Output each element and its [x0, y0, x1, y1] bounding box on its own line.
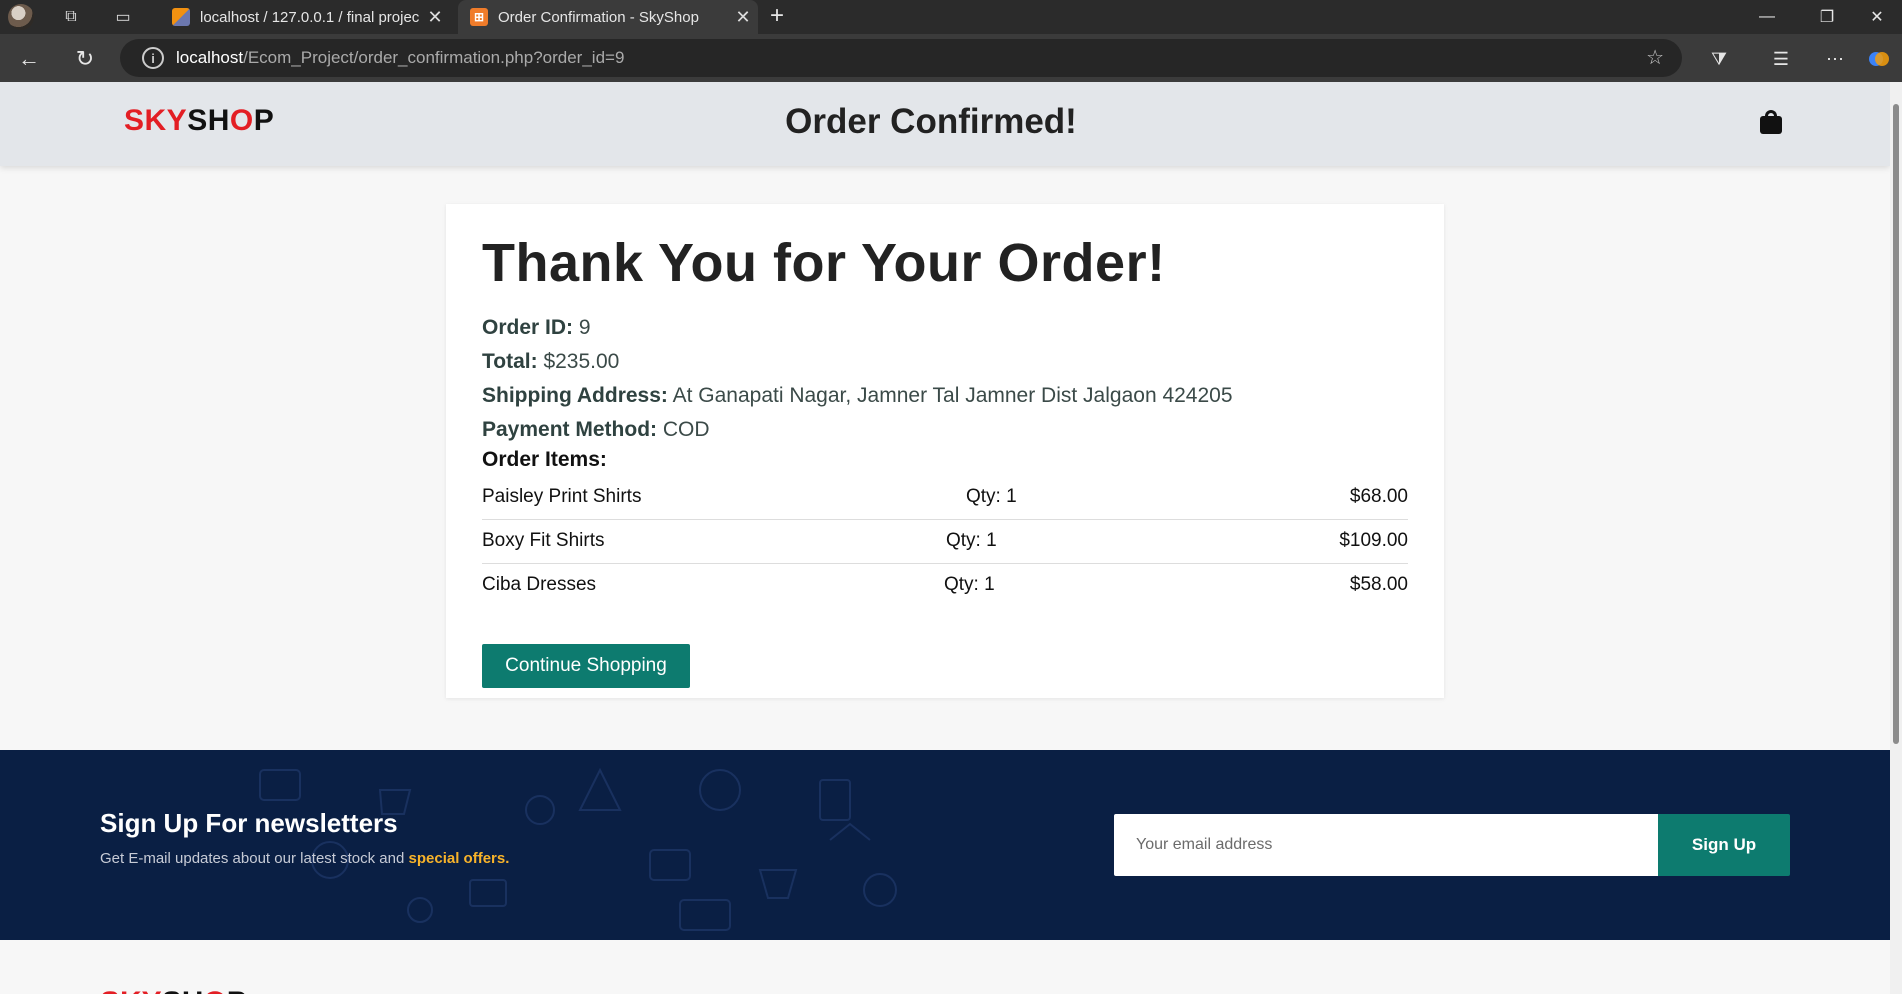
vertical-tabs-icon[interactable]: ▭ — [110, 4, 136, 30]
copilot-icon[interactable] — [1868, 44, 1890, 74]
order-items-heading: Order Items: — [482, 448, 607, 471]
page-title: Order Confirmed! — [785, 102, 1077, 141]
payment-method-label: Payment Method: — [482, 418, 658, 441]
scrollbar-thumb[interactable] — [1893, 104, 1899, 744]
close-tab-icon[interactable]: ✕ — [420, 7, 450, 28]
workspaces-icon[interactable]: ⧉ — [58, 4, 84, 30]
close-window-icon[interactable]: ✕ — [1850, 0, 1902, 34]
reload-icon[interactable]: ↻ — [70, 44, 100, 74]
tab-title: Order Confirmation - SkyShop — [498, 8, 699, 26]
favorite-star-icon[interactable]: ☆ — [1646, 45, 1664, 70]
item-name: Boxy Fit Shirts — [482, 530, 605, 551]
address-bar[interactable]: i localhost/Ecom_Project/order_confirmat… — [120, 39, 1682, 77]
shipping-address-value: At Ganapati Nagar, Jamner Tal Jamner Dis… — [672, 384, 1233, 407]
more-options-icon[interactable]: ⋯ — [1820, 44, 1850, 74]
order-item-row: Ciba Dresses Qty: 1 $58.00 — [482, 564, 1408, 608]
shopping-bag-icon[interactable] — [1760, 110, 1782, 134]
page-scrollbar[interactable] — [1890, 82, 1902, 994]
newsletter-title: Sign Up For newsletters — [100, 808, 398, 838]
newsletter-section: Sign Up For newsletters Get E-mail updat… — [0, 750, 1890, 940]
item-name: Paisley Print Shirts — [482, 486, 642, 507]
restore-icon[interactable]: ❐ — [1800, 0, 1854, 34]
back-icon[interactable]: ← — [14, 44, 44, 74]
continue-shopping-button[interactable]: Continue Shopping — [482, 644, 690, 688]
newsletter-email-input[interactable] — [1114, 814, 1658, 876]
tab-order-confirmation[interactable]: ⊞ Order Confirmation - SkyShop ✕ — [458, 0, 758, 34]
payment-method-line: Payment Method: COD — [482, 418, 710, 442]
browser-toolbar: ← ↻ i localhost/Ecom_Project/order_confi… — [0, 34, 1902, 82]
page-viewport: SKYSHOP Order Confirmed! Thank You for Y… — [0, 82, 1890, 994]
site-info-icon[interactable]: i — [142, 47, 164, 69]
profile-avatar[interactable] — [8, 4, 34, 30]
skyshop-favicon-icon: ⊞ — [470, 8, 488, 26]
order-item-row: Paisley Print Shirts Qty: 1 $68.00 — [482, 476, 1408, 520]
thank-you-heading: Thank You for Your Order! — [482, 233, 1166, 293]
new-tab-icon[interactable]: + — [770, 2, 784, 30]
item-qty: Qty: 1 — [946, 530, 997, 551]
item-price: $58.00 — [1349, 574, 1408, 595]
order-id-label: Order ID: — [482, 316, 574, 339]
item-name: Ciba Dresses — [482, 574, 597, 595]
footer-logo[interactable]: SKYSHOP — [100, 986, 247, 994]
item-price: $109.00 — [1339, 530, 1408, 551]
tab-phpmyadmin[interactable]: localhost / 127.0.0.1 / final projec ✕ — [160, 0, 450, 34]
newsletter-signup-button[interactable]: Sign Up — [1658, 814, 1790, 876]
tab-title: localhost / 127.0.0.1 / final projec — [200, 8, 420, 26]
extensions-icon[interactable]: ⧩ — [1704, 44, 1734, 74]
minimize-icon[interactable]: — — [1740, 0, 1794, 34]
newsletter-subtitle: Get E-mail updates about our latest stoc… — [100, 850, 510, 867]
order-id-line: Order ID: 9 — [482, 316, 591, 340]
item-qty: Qty: 1 — [944, 574, 995, 595]
payment-method-value: COD — [662, 418, 710, 441]
shipping-address-line: Shipping Address: At Ganapati Nagar, Jam… — [482, 384, 1233, 408]
site-header: SKYSHOP Order Confirmed! — [0, 82, 1890, 166]
favorites-icon[interactable]: ☰ — [1766, 44, 1796, 74]
shipping-address-label: Shipping Address: — [482, 384, 668, 407]
phpmyadmin-favicon-icon — [172, 8, 190, 26]
order-id-value: 9 — [578, 316, 591, 339]
close-tab-icon[interactable]: ✕ — [728, 7, 758, 28]
order-total-label: Total: — [482, 350, 538, 373]
order-item-row: Boxy Fit Shirts Qty: 1 $109.00 — [482, 520, 1408, 564]
url-text: localhost/Ecom_Project/order_confirmatio… — [176, 48, 625, 67]
browser-tab-bar: ⧉ ▭ localhost / 127.0.0.1 / final projec… — [0, 0, 1902, 34]
order-total-value: $235.00 — [543, 350, 620, 373]
site-footer: SKYSHOP — [0, 940, 1890, 994]
item-qty: Qty: 1 — [966, 486, 1017, 507]
special-offers-highlight: special offers. — [408, 850, 510, 867]
item-price: $68.00 — [1349, 486, 1408, 507]
order-confirmation-card: Thank You for Your Order! Order ID: 9 To… — [446, 204, 1444, 698]
order-total-line: Total: $235.00 — [482, 350, 619, 374]
